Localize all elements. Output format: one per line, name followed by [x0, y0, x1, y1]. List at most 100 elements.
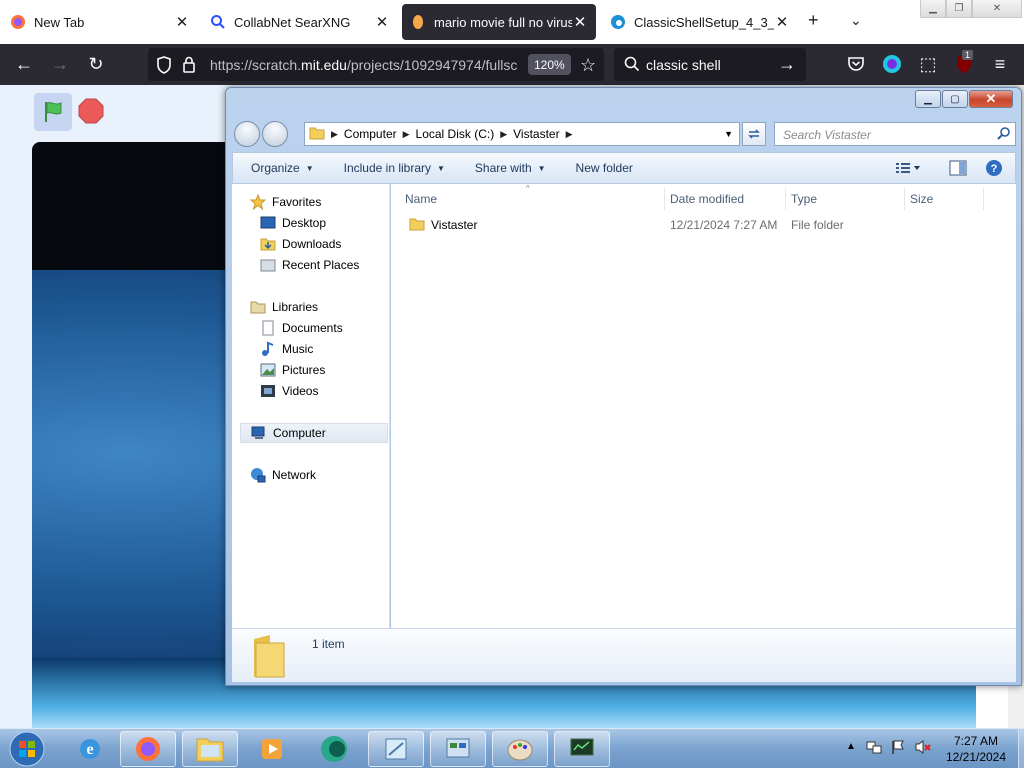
nav-label: Favorites	[272, 195, 322, 209]
reload-icon[interactable]: ↻	[84, 52, 108, 76]
nav-pictures[interactable]: Pictures	[260, 360, 325, 380]
nav-label: Network	[272, 468, 317, 482]
column-type[interactable]: Type	[787, 188, 905, 210]
tray-volume-muted-icon[interactable]	[914, 739, 932, 758]
nav-network[interactable]: Network	[250, 465, 316, 485]
close-icon[interactable]: ✕	[374, 13, 390, 31]
help-icon[interactable]: ?	[985, 159, 1003, 180]
explorer-maximize-button[interactable]: ▢	[942, 90, 968, 108]
tab-label: CollabNet SearXNG	[234, 14, 351, 30]
address-dropdown-icon[interactable]: ▼	[724, 129, 733, 139]
explorer-window[interactable]: ▁ ▢ ✕ ▶ Computer ▶ Local Disk (C:) ▶ Vis…	[225, 87, 1022, 686]
file-name: Vistaster	[431, 218, 478, 232]
minimize-button[interactable]: ▁	[920, 0, 946, 18]
tray-network-icon[interactable]	[866, 739, 882, 758]
extensions-puzzle-icon[interactable]: ⬚	[916, 52, 940, 76]
close-window-button[interactable]: ✕	[972, 0, 1022, 18]
refresh-button[interactable]	[742, 122, 766, 146]
url-text[interactable]: https://scratch.mit.edu/projects/1092947…	[210, 57, 526, 73]
lock-icon[interactable]	[182, 56, 196, 76]
nav-favorites[interactable]: Favorites	[250, 192, 321, 212]
nav-videos[interactable]: Videos	[260, 381, 318, 401]
breadcrumb-arrow-icon[interactable]: ▶	[566, 129, 573, 140]
search-bar[interactable]: classic shell →	[614, 48, 806, 81]
monitor-icon	[570, 738, 594, 756]
breadcrumb-vistaster[interactable]: Vistaster	[513, 127, 559, 141]
explorer-search-box[interactable]: Search Vistaster	[774, 122, 1016, 146]
breadcrumb-computer[interactable]: Computer	[344, 127, 397, 141]
green-flag-button[interactable]	[34, 93, 72, 131]
stop-button[interactable]	[78, 98, 104, 124]
taskbar-firefox[interactable]	[120, 731, 176, 767]
forward-arrow-icon[interactable]: →	[48, 52, 72, 76]
tab-mario-movie[interactable]: mario movie full no virus h ✕	[402, 4, 596, 40]
file-row[interactable]: Vistaster 12/21/2024 7:27 AM File folder	[405, 214, 1005, 236]
taskbar-paint[interactable]	[492, 731, 548, 767]
preview-pane-icon[interactable]	[949, 160, 967, 179]
pocket-icon[interactable]	[844, 52, 868, 76]
close-icon[interactable]: ✕	[572, 13, 588, 31]
zoom-indicator[interactable]: 120%	[528, 54, 571, 75]
search-icon[interactable]	[997, 126, 1011, 143]
bookmark-star-icon[interactable]: ☆	[580, 55, 596, 76]
close-icon[interactable]: ✕	[774, 13, 790, 31]
nav-label: Downloads	[282, 237, 342, 251]
breadcrumb-arrow-icon[interactable]: ▶	[331, 129, 338, 140]
column-name[interactable]: Name	[405, 188, 665, 210]
go-arrow-icon[interactable]: →	[778, 54, 796, 75]
back-button[interactable]	[234, 121, 260, 147]
taskbar-media-player[interactable]	[244, 731, 300, 767]
tray-action-center-flag-icon[interactable]	[890, 739, 906, 758]
taskbar-app-notepad[interactable]	[368, 731, 424, 767]
url-bar[interactable]: https://scratch.mit.edu/projects/1092947…	[148, 48, 604, 81]
taskbar-app-globe[interactable]	[306, 731, 362, 767]
taskbar-app-control-panel[interactable]	[430, 731, 486, 767]
restore-button[interactable]: ❐	[946, 0, 972, 18]
file-list[interactable]: Name ^ Date modified Type Size Vistaster…	[391, 184, 1016, 628]
taskbar-internet-explorer[interactable]: e	[62, 731, 118, 767]
tab-list-chevron-icon[interactable]: ⌄	[850, 12, 862, 29]
new-folder-button[interactable]: New folder	[576, 161, 633, 175]
nav-music[interactable]: Music	[260, 339, 313, 359]
back-arrow-icon[interactable]: ←	[12, 52, 36, 76]
column-date-modified[interactable]: Date modified	[666, 188, 786, 210]
taskbar-windows-explorer[interactable]	[182, 731, 238, 767]
account-icon[interactable]	[880, 52, 904, 76]
close-icon[interactable]: ✕	[174, 13, 190, 31]
breadcrumb-local-disk[interactable]: Local Disk (C:)	[416, 127, 495, 141]
nav-label: Desktop	[282, 216, 327, 230]
show-desktop-button[interactable]	[1018, 729, 1024, 768]
nav-desktop[interactable]: Desktop	[260, 213, 326, 233]
view-options-icon[interactable]	[895, 161, 921, 178]
breadcrumb-arrow-icon[interactable]: ▶	[403, 129, 410, 140]
nav-downloads[interactable]: Downloads	[260, 234, 341, 254]
nav-recent-places[interactable]: Recent Places	[260, 255, 359, 275]
forward-button[interactable]	[262, 121, 288, 147]
explorer-minimize-button[interactable]: ▁	[915, 90, 941, 108]
tab-classicshellsetup[interactable]: ClassicShellSetup_4_3_1 ✕	[602, 4, 798, 40]
menu-hamburger-icon[interactable]: ≡	[988, 52, 1012, 76]
start-button[interactable]	[2, 730, 52, 768]
recent-places-icon	[260, 257, 276, 273]
tab-new-tab[interactable]: New Tab ✕	[2, 4, 198, 40]
new-tab-plus-icon[interactable]: +	[808, 10, 819, 31]
nav-computer[interactable]: Computer	[240, 423, 388, 443]
downloads-icon	[260, 236, 276, 252]
explorer-close-button[interactable]: ✕	[969, 90, 1013, 108]
include-in-library-menu[interactable]: Include in library ▼	[344, 161, 445, 175]
taskbar-app-monitor[interactable]	[554, 731, 610, 767]
nav-documents[interactable]: Documents	[260, 318, 343, 338]
system-clock[interactable]: 7:27 AM 12/21/2024	[936, 733, 1016, 765]
url-path: /projects/1092947974/fullsc	[346, 57, 518, 73]
show-hidden-icons-arrow[interactable]: ▲	[846, 741, 856, 752]
sort-indicator-icon: ^	[526, 184, 530, 193]
large-folder-icon	[250, 633, 290, 682]
tab-collabnet-searxng[interactable]: CollabNet SearXNG ✕	[202, 4, 398, 40]
nav-libraries[interactable]: Libraries	[250, 297, 318, 317]
shield-icon[interactable]	[156, 56, 172, 77]
organize-menu[interactable]: Organize ▼	[251, 161, 314, 175]
breadcrumb-arrow-icon[interactable]: ▶	[500, 129, 507, 140]
column-size[interactable]: Size	[906, 188, 984, 210]
address-bar[interactable]: ▶ Computer ▶ Local Disk (C:) ▶ Vistaster…	[304, 122, 740, 146]
share-with-menu[interactable]: Share with ▼	[475, 161, 546, 175]
